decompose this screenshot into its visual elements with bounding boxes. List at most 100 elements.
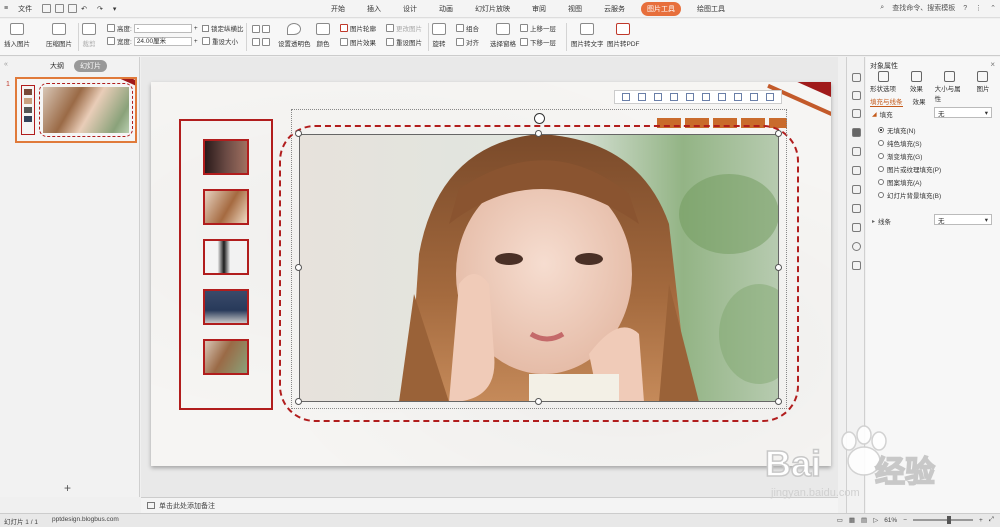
- rotate-button[interactable]: 旋转: [432, 23, 446, 48]
- app-menu-icon[interactable]: ≡: [4, 5, 8, 12]
- subtab-fill-line[interactable]: 填充与线条: [870, 96, 903, 107]
- tab-review[interactable]: 审阅: [521, 2, 557, 16]
- history-icon[interactable]: [852, 223, 861, 232]
- star-icon[interactable]: [852, 166, 861, 175]
- picture-to-pdf-button[interactable]: 图片转PDF: [607, 23, 640, 48]
- shape-icon[interactable]: [852, 109, 861, 118]
- collapse-ribbon-icon[interactable]: ⌃: [990, 4, 996, 12]
- mini-photo-3[interactable]: [203, 239, 249, 275]
- align-right-icon[interactable]: [654, 93, 662, 101]
- quick-access-more-icon[interactable]: ▾: [113, 5, 117, 13]
- flip-h-icon[interactable]: [252, 38, 260, 46]
- subtab-effect[interactable]: 效果: [913, 96, 926, 107]
- tab-outline[interactable]: 大纲: [44, 60, 70, 72]
- fill-option-none[interactable]: 无填充(N): [878, 125, 916, 135]
- tab-cloud[interactable]: 云服务: [593, 2, 636, 16]
- thumbnail-frame[interactable]: [179, 119, 273, 410]
- fill-option-picture[interactable]: 图片或纹理填充(P): [878, 164, 941, 174]
- mini-photo-2[interactable]: [203, 189, 249, 225]
- reset-size-button[interactable]: 重设大小: [202, 36, 238, 46]
- save-icon[interactable]: [42, 4, 52, 13]
- selection-pane-button[interactable]: 选择窗格: [490, 23, 516, 48]
- height-stepper[interactable]: +: [194, 25, 198, 32]
- apps-icon[interactable]: [852, 261, 861, 270]
- tab-picture[interactable]: 图片: [968, 71, 998, 103]
- line-section-header[interactable]: ▸ 线条: [872, 216, 891, 227]
- resize-handle-w[interactable]: [295, 264, 302, 271]
- slide-thumbnail[interactable]: [15, 77, 137, 143]
- fill-option-pattern[interactable]: 图案填充(A): [878, 177, 922, 187]
- width-stepper[interactable]: +: [194, 38, 198, 45]
- add-slide-button[interactable]: +: [64, 481, 71, 495]
- mini-photo-1[interactable]: [203, 139, 249, 175]
- group-button[interactable]: 组合: [456, 23, 479, 33]
- notes-bar[interactable]: 单击此处添加备注: [141, 497, 838, 513]
- align-top-icon[interactable]: [670, 93, 678, 101]
- more-icon[interactable]: ⋮: [975, 4, 982, 12]
- print-icon[interactable]: [55, 4, 65, 13]
- picture-to-text-button[interactable]: 图片转文字: [571, 23, 604, 48]
- preview-icon[interactable]: [68, 4, 78, 13]
- zoom-in-icon[interactable]: +: [979, 517, 983, 524]
- resize-handle-n[interactable]: [535, 130, 542, 137]
- tab-slides[interactable]: 幻灯片: [74, 60, 107, 72]
- tab-design[interactable]: 设计: [392, 2, 428, 16]
- tab-home[interactable]: 开始: [320, 2, 356, 16]
- tab-insert[interactable]: 插入: [356, 2, 392, 16]
- line-dropdown[interactable]: 无 ▾: [934, 214, 992, 225]
- align-bottom-icon[interactable]: [702, 93, 710, 101]
- resize-handle-s[interactable]: [535, 398, 542, 405]
- resize-handle-ne[interactable]: [775, 130, 782, 137]
- more-options-icon[interactable]: [766, 93, 774, 101]
- copy-icon[interactable]: [852, 91, 861, 100]
- align-center-icon[interactable]: [638, 93, 646, 101]
- picture-effects-button[interactable]: 图片效果: [340, 37, 376, 47]
- mini-photo-5[interactable]: [203, 339, 249, 375]
- reset-picture-button[interactable]: 重设图片: [386, 37, 422, 47]
- compress-picture-button[interactable]: 压缩图片: [46, 23, 72, 48]
- redo-icon[interactable]: ↷: [97, 5, 103, 13]
- fill-option-background[interactable]: 幻灯片背景填充(B): [878, 190, 941, 200]
- color-button[interactable]: 颜色: [316, 23, 330, 48]
- fit-window-icon[interactable]: ⤢: [989, 516, 994, 524]
- notes-placeholder[interactable]: 单击此处添加备注: [159, 501, 215, 511]
- send-backward-button[interactable]: 下移一层: [520, 37, 556, 47]
- insert-picture-button[interactable]: 插入图片: [4, 23, 30, 48]
- close-icon[interactable]: ×: [990, 60, 995, 69]
- properties-icon[interactable]: [852, 128, 861, 137]
- rotate-right-icon[interactable]: [262, 25, 270, 33]
- resize-handle-sw[interactable]: [295, 398, 302, 405]
- resize-handle-e[interactable]: [775, 264, 782, 271]
- resize-handle-nw[interactable]: [295, 130, 302, 137]
- tab-size-properties[interactable]: 大小与属性: [935, 71, 965, 103]
- fill-section-header[interactable]: ◢ 填充: [872, 109, 893, 120]
- rotate-handle[interactable]: [534, 113, 545, 124]
- change-picture-button[interactable]: 更改图片: [386, 23, 422, 33]
- mini-photo-4[interactable]: [203, 289, 249, 325]
- set-transparent-button[interactable]: 设置透明色: [278, 23, 311, 48]
- picture-outline-button[interactable]: 图片轮廓: [340, 23, 376, 33]
- distribute-h-icon[interactable]: [718, 93, 726, 101]
- resize-handle-se[interactable]: [775, 398, 782, 405]
- document-icon[interactable]: [852, 147, 861, 156]
- undo-icon[interactable]: ↶: [81, 5, 87, 13]
- fill-option-solid[interactable]: 纯色填充(S): [878, 138, 922, 148]
- help-circle-icon[interactable]: [852, 242, 861, 251]
- tab-slideshow[interactable]: 幻灯片放映: [464, 2, 521, 16]
- flip-v-icon[interactable]: [262, 38, 270, 46]
- rotate-small-icons[interactable]: [252, 25, 270, 33]
- fill-dropdown[interactable]: 无 ▾: [934, 107, 992, 118]
- crop-button[interactable]: 裁剪: [82, 23, 96, 48]
- tab-view[interactable]: 视图: [557, 2, 593, 16]
- tab-drawing-tools[interactable]: 绘图工具: [686, 2, 736, 16]
- tab-picture-tools[interactable]: 图片工具: [641, 1, 681, 16]
- file-menu[interactable]: 文件: [18, 4, 32, 14]
- bring-forward-button[interactable]: 上移一层: [520, 23, 556, 33]
- align-button[interactable]: 对齐: [456, 37, 479, 47]
- crop-frame-icon[interactable]: [750, 93, 758, 101]
- lock-ratio-checkbox[interactable]: 锁定纵横比: [202, 23, 244, 33]
- mail-icon[interactable]: [852, 185, 861, 194]
- help-icon[interactable]: ?: [963, 5, 967, 12]
- command-search[interactable]: 查找命令、搜索模板: [892, 3, 955, 13]
- home-icon[interactable]: [852, 73, 861, 82]
